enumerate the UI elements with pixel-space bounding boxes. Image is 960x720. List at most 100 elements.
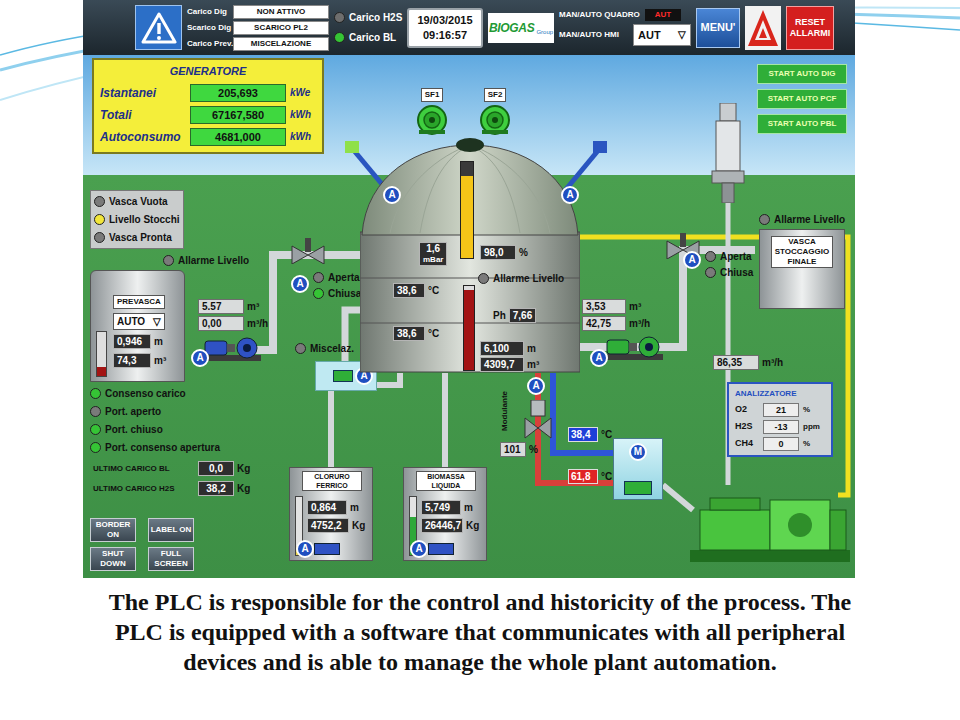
prevasca-mode-select[interactable]: AUTO▽ bbox=[113, 313, 165, 330]
digester-alarm: Allarme Livello bbox=[478, 271, 564, 286]
load-status-item: Port. chiuso bbox=[90, 422, 220, 437]
status-row: Carico DigNON ATTIVO bbox=[187, 5, 329, 19]
prevasca-load-volume: 5.57m³ bbox=[198, 299, 259, 314]
view-buttons: BORDER ON LABEL ON SHUT DOWN FULL SCREEN bbox=[90, 518, 194, 571]
quadro-mode: AUT bbox=[645, 9, 681, 21]
supply-temperature: 38,4°C bbox=[568, 427, 612, 442]
plant-canvas: GENERATOREIstantanei205,693kWeTotali6716… bbox=[83, 55, 855, 578]
outlet-flow: 42,75m³/h bbox=[582, 316, 650, 331]
hmi-mode-select[interactable]: AUT▽ bbox=[633, 24, 691, 46]
start-buttons: START AUTO DIG START AUTO PCF START AUTO P… bbox=[757, 64, 847, 134]
load-status-item: Port. aperto bbox=[90, 404, 220, 419]
cogeneration-engine-icon bbox=[690, 480, 850, 565]
dosing-pump-badge[interactable]: A bbox=[296, 540, 314, 558]
status-lamp bbox=[90, 388, 101, 399]
status-lamp bbox=[759, 214, 770, 225]
dosing-height: 0,864m bbox=[307, 500, 365, 515]
modulating-valve-badge[interactable]: A bbox=[527, 377, 545, 395]
fan-icon[interactable] bbox=[416, 104, 448, 136]
generator-row: Istantanei205,693kWe bbox=[100, 84, 316, 102]
analyzer-panel: ANALIZZATOREO221%H2S-13ppmCH40% bbox=[727, 382, 833, 457]
dosing-weight: 26446,7Kg bbox=[421, 518, 479, 533]
load-indicator: Carico H2S bbox=[334, 10, 402, 25]
company-logo-icon bbox=[745, 6, 781, 50]
outlet-pump[interactable] bbox=[603, 334, 665, 362]
storage-valve-badge[interactable]: A bbox=[683, 251, 701, 269]
gas-flow: 86,35m³/h bbox=[713, 355, 783, 370]
return-temperature: 61,8°C bbox=[568, 469, 612, 484]
datetime-box: 19/03/201509:16:57 bbox=[407, 8, 483, 48]
storage-tank: VASCA STOCCAGGIO FINALE bbox=[759, 229, 845, 309]
outlet-volume: 3,53m³ bbox=[582, 299, 641, 314]
mixer-status: Miscelaz. bbox=[295, 341, 354, 356]
digester-height: 6,100m bbox=[480, 341, 536, 356]
prevasca-pump-badge[interactable]: A bbox=[191, 349, 209, 367]
status-lamp bbox=[705, 251, 716, 262]
prevasca-tank: PREVASCAAUTO▽0,946m74,3m³ bbox=[90, 270, 185, 382]
analyzer-row: H2S-13ppm bbox=[735, 420, 825, 434]
prevasca-volume: 74,3m³ bbox=[113, 353, 166, 368]
inlet-valve-icon[interactable] bbox=[288, 238, 328, 264]
valve-state: Chiusa bbox=[313, 286, 361, 301]
prevasca-pump[interactable] bbox=[201, 335, 263, 363]
load-status-list: Consenso carico Port. aperto Port. chiuso P… bbox=[90, 386, 220, 455]
biogas-logo: BIOGASGroup bbox=[488, 13, 554, 43]
generator-panel: GENERATOREIstantanei205,693kWeTotali6716… bbox=[92, 58, 324, 154]
agitator-badge[interactable]: A bbox=[561, 186, 579, 204]
view-button[interactable]: FULL SCREEN bbox=[148, 547, 194, 571]
modulating-valve-icon[interactable] bbox=[523, 400, 553, 440]
prevasca-level-bar bbox=[96, 331, 107, 377]
alarm-button[interactable] bbox=[135, 5, 182, 50]
gas-level-bar bbox=[460, 161, 474, 259]
status-lamp bbox=[94, 214, 105, 225]
status-row: Carico Prev.MISCELAZIONE bbox=[187, 37, 329, 51]
status-lamp bbox=[334, 12, 345, 23]
liquid-level-bar bbox=[463, 285, 475, 371]
slide: Carico DigNON ATTIVO Scarico DigSCARICO P… bbox=[0, 0, 960, 720]
status-lamp bbox=[90, 424, 101, 435]
load-indicators: Carico H2S Carico BL bbox=[334, 10, 402, 45]
top-bar: Carico DigNON ATTIVO Scarico DigSCARICO P… bbox=[83, 0, 855, 55]
tank-status-panel: Vasca VuotaLivello StocchiVasca Pronta bbox=[90, 190, 184, 249]
storage-alarm: Allarme Livello bbox=[759, 212, 845, 227]
inlet-valve-states: ApertaChiusa bbox=[313, 270, 361, 301]
fan-unit: SF1 bbox=[416, 88, 448, 136]
status-lamp bbox=[705, 267, 716, 278]
analyzer-row: CH40% bbox=[735, 437, 825, 451]
load-indicator: Carico BL bbox=[334, 30, 402, 45]
dosing-pump-badge[interactable]: A bbox=[410, 540, 428, 558]
digester-temperature: 38,6°C bbox=[393, 326, 439, 341]
view-button[interactable]: BORDER ON bbox=[90, 518, 136, 542]
view-button[interactable]: SHUT DOWN bbox=[90, 547, 136, 571]
reset-alarms-button[interactable]: RESET ALLARMI bbox=[786, 6, 834, 50]
menu-button[interactable]: MENU' bbox=[696, 8, 740, 48]
fan-unit: SF2 bbox=[479, 88, 511, 136]
fan-icon[interactable] bbox=[479, 104, 511, 136]
status-row: Scarico DigSCARICO PL2 bbox=[187, 21, 329, 35]
digester-temperature: 38,6°C bbox=[393, 283, 439, 298]
load-status-item: Consenso carico bbox=[90, 386, 220, 401]
inlet-valve-badge[interactable]: A bbox=[291, 275, 309, 293]
status-lamp bbox=[90, 406, 101, 417]
view-button[interactable]: LABEL ON bbox=[148, 518, 194, 542]
analyzer-row: O221% bbox=[735, 403, 825, 417]
caption: The PLC is responsible for the control a… bbox=[0, 578, 960, 677]
start-button[interactable]: START AUTO PCF bbox=[757, 89, 847, 109]
modulating-valve-label: Modulante bbox=[499, 391, 511, 431]
status-lamp bbox=[94, 196, 105, 207]
start-button[interactable]: START AUTO PBL bbox=[757, 114, 847, 134]
heat-exchanger[interactable]: M bbox=[613, 438, 663, 500]
digester-volume: 4309,7m³ bbox=[480, 357, 539, 372]
dosing-tank: CLORURO FERRICO0,864m4752,2KgA bbox=[289, 467, 373, 561]
exchanger-badge[interactable]: M bbox=[629, 443, 647, 461]
outlet-pump-badge[interactable]: A bbox=[590, 349, 608, 367]
status-lamp bbox=[478, 273, 489, 284]
mode-panel: MAN/AUTO QUADROAUTMAN/AUTO HMIAUT▽ bbox=[559, 9, 691, 46]
start-button[interactable]: START AUTO DIG bbox=[757, 64, 847, 84]
load-status-item: Port. consenso apertura bbox=[90, 440, 220, 455]
prevasca-height: 0,946m bbox=[113, 334, 163, 349]
agitator-badge[interactable]: A bbox=[383, 186, 401, 204]
last-loads: ULTIMO CARICO BL0,0KgULTIMO CARICO H2S38… bbox=[93, 461, 250, 496]
digester-pressure: 1,6mBar bbox=[419, 242, 447, 266]
tank-status-item: Vasca Pronta bbox=[94, 230, 180, 245]
